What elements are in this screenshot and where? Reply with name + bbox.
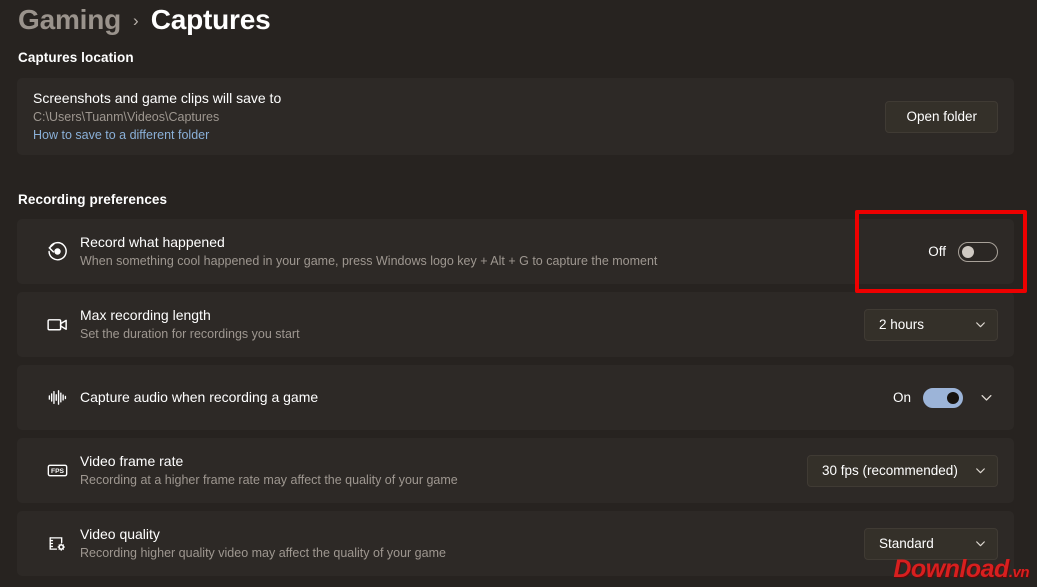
max-recording-length-dropdown[interactable]: 2 hours — [864, 308, 998, 341]
video-frame-rate-title: Video frame rate — [80, 453, 184, 469]
setting-row-video-frame-rate[interactable]: FPS Video frame rate Recording at a high… — [17, 438, 1014, 503]
record-what-happened-toggle[interactable]: Off — [924, 241, 998, 262]
captures-location-title: Screenshots and game clips will save to — [33, 90, 282, 106]
captures-location-text: Screenshots and game clips will save to … — [33, 89, 885, 144]
record-toggle-switch[interactable] — [958, 241, 998, 262]
section-heading-recording-preferences: Recording preferences — [18, 192, 168, 207]
video-camera-icon — [33, 312, 77, 337]
svg-text:FPS: FPS — [51, 468, 65, 475]
chevron-down-icon — [974, 464, 987, 477]
expand-chevron-down-icon[interactable] — [975, 386, 998, 409]
video-quality-icon — [33, 531, 77, 556]
max-recording-length-controls: 2 hours — [864, 308, 998, 341]
video-quality-title: Video quality — [80, 526, 160, 542]
max-recording-length-subtitle: Set the duration for recordings you star… — [80, 327, 300, 341]
toggle-knob — [947, 391, 959, 404]
record-toggle-state-label: Off — [928, 244, 946, 259]
setting-row-max-recording-length[interactable]: Max recording length Set the duration fo… — [17, 292, 1014, 357]
fps-badge-icon: FPS — [33, 458, 77, 483]
capture-audio-toggle-switch[interactable] — [923, 387, 963, 408]
capture-audio-toggle[interactable]: On — [889, 387, 963, 408]
breadcrumb-parent-gaming[interactable]: Gaming — [18, 4, 121, 36]
video-quality-subtitle: Recording higher quality video may affec… — [80, 546, 446, 560]
record-what-happened-subtitle: When something cool happened in your gam… — [80, 254, 658, 268]
how-to-save-link[interactable]: How to save to a different folder — [33, 127, 209, 144]
video-quality-text: Video quality Recording higher quality v… — [77, 525, 864, 562]
section-heading-captures-location: Captures location — [18, 50, 134, 65]
max-recording-length-text: Max recording length Set the duration fo… — [77, 306, 864, 343]
video-frame-rate-value: 30 fps (recommended) — [822, 463, 958, 478]
chevron-right-icon: › — [133, 11, 139, 30]
record-what-happened-title: Record what happened — [80, 234, 225, 250]
watermark-name: Download — [893, 555, 1009, 583]
setting-row-record-what-happened[interactable]: Record what happened When something cool… — [17, 219, 1014, 284]
record-what-happened-controls: Off — [924, 241, 998, 262]
open-folder-button[interactable]: Open folder — [885, 100, 998, 133]
watermark-download-vn: Download.vn — [893, 555, 1029, 584]
chevron-down-icon — [974, 537, 987, 550]
video-frame-rate-subtitle: Recording at a higher frame rate may aff… — [80, 473, 458, 487]
captures-location-card: Screenshots and game clips will save to … — [17, 78, 1014, 155]
toggle-knob — [962, 245, 974, 258]
page-title: Captures — [150, 4, 271, 35]
chevron-down-icon — [974, 318, 987, 331]
capture-audio-text: Capture audio when recording a game — [77, 388, 889, 407]
setting-row-video-quality[interactable]: Video quality Recording higher quality v… — [17, 511, 1014, 576]
captures-location-path: C:\Users\Tuanm\Videos\Captures — [33, 110, 220, 124]
capture-audio-controls: On — [889, 386, 998, 409]
audio-waveform-icon — [33, 385, 77, 410]
capture-audio-state-label: On — [892, 390, 911, 405]
record-replay-icon — [33, 239, 77, 264]
video-frame-rate-controls: 30 fps (recommended) — [807, 454, 998, 487]
max-recording-length-title: Max recording length — [80, 307, 211, 323]
record-what-happened-text: Record what happened When something cool… — [77, 233, 924, 270]
video-frame-rate-dropdown[interactable]: 30 fps (recommended) — [807, 454, 998, 487]
capture-audio-title: Capture audio when recording a game — [80, 389, 319, 405]
breadcrumb: Gaming › Captures — [18, 0, 271, 42]
setting-row-capture-audio[interactable]: Capture audio when recording a game On — [17, 365, 1014, 430]
video-quality-value: Standard — [879, 536, 934, 551]
max-recording-length-value: 2 hours — [879, 317, 925, 332]
watermark-tld: .vn — [1008, 564, 1030, 581]
video-frame-rate-text: Video frame rate Recording at a higher f… — [77, 452, 807, 489]
